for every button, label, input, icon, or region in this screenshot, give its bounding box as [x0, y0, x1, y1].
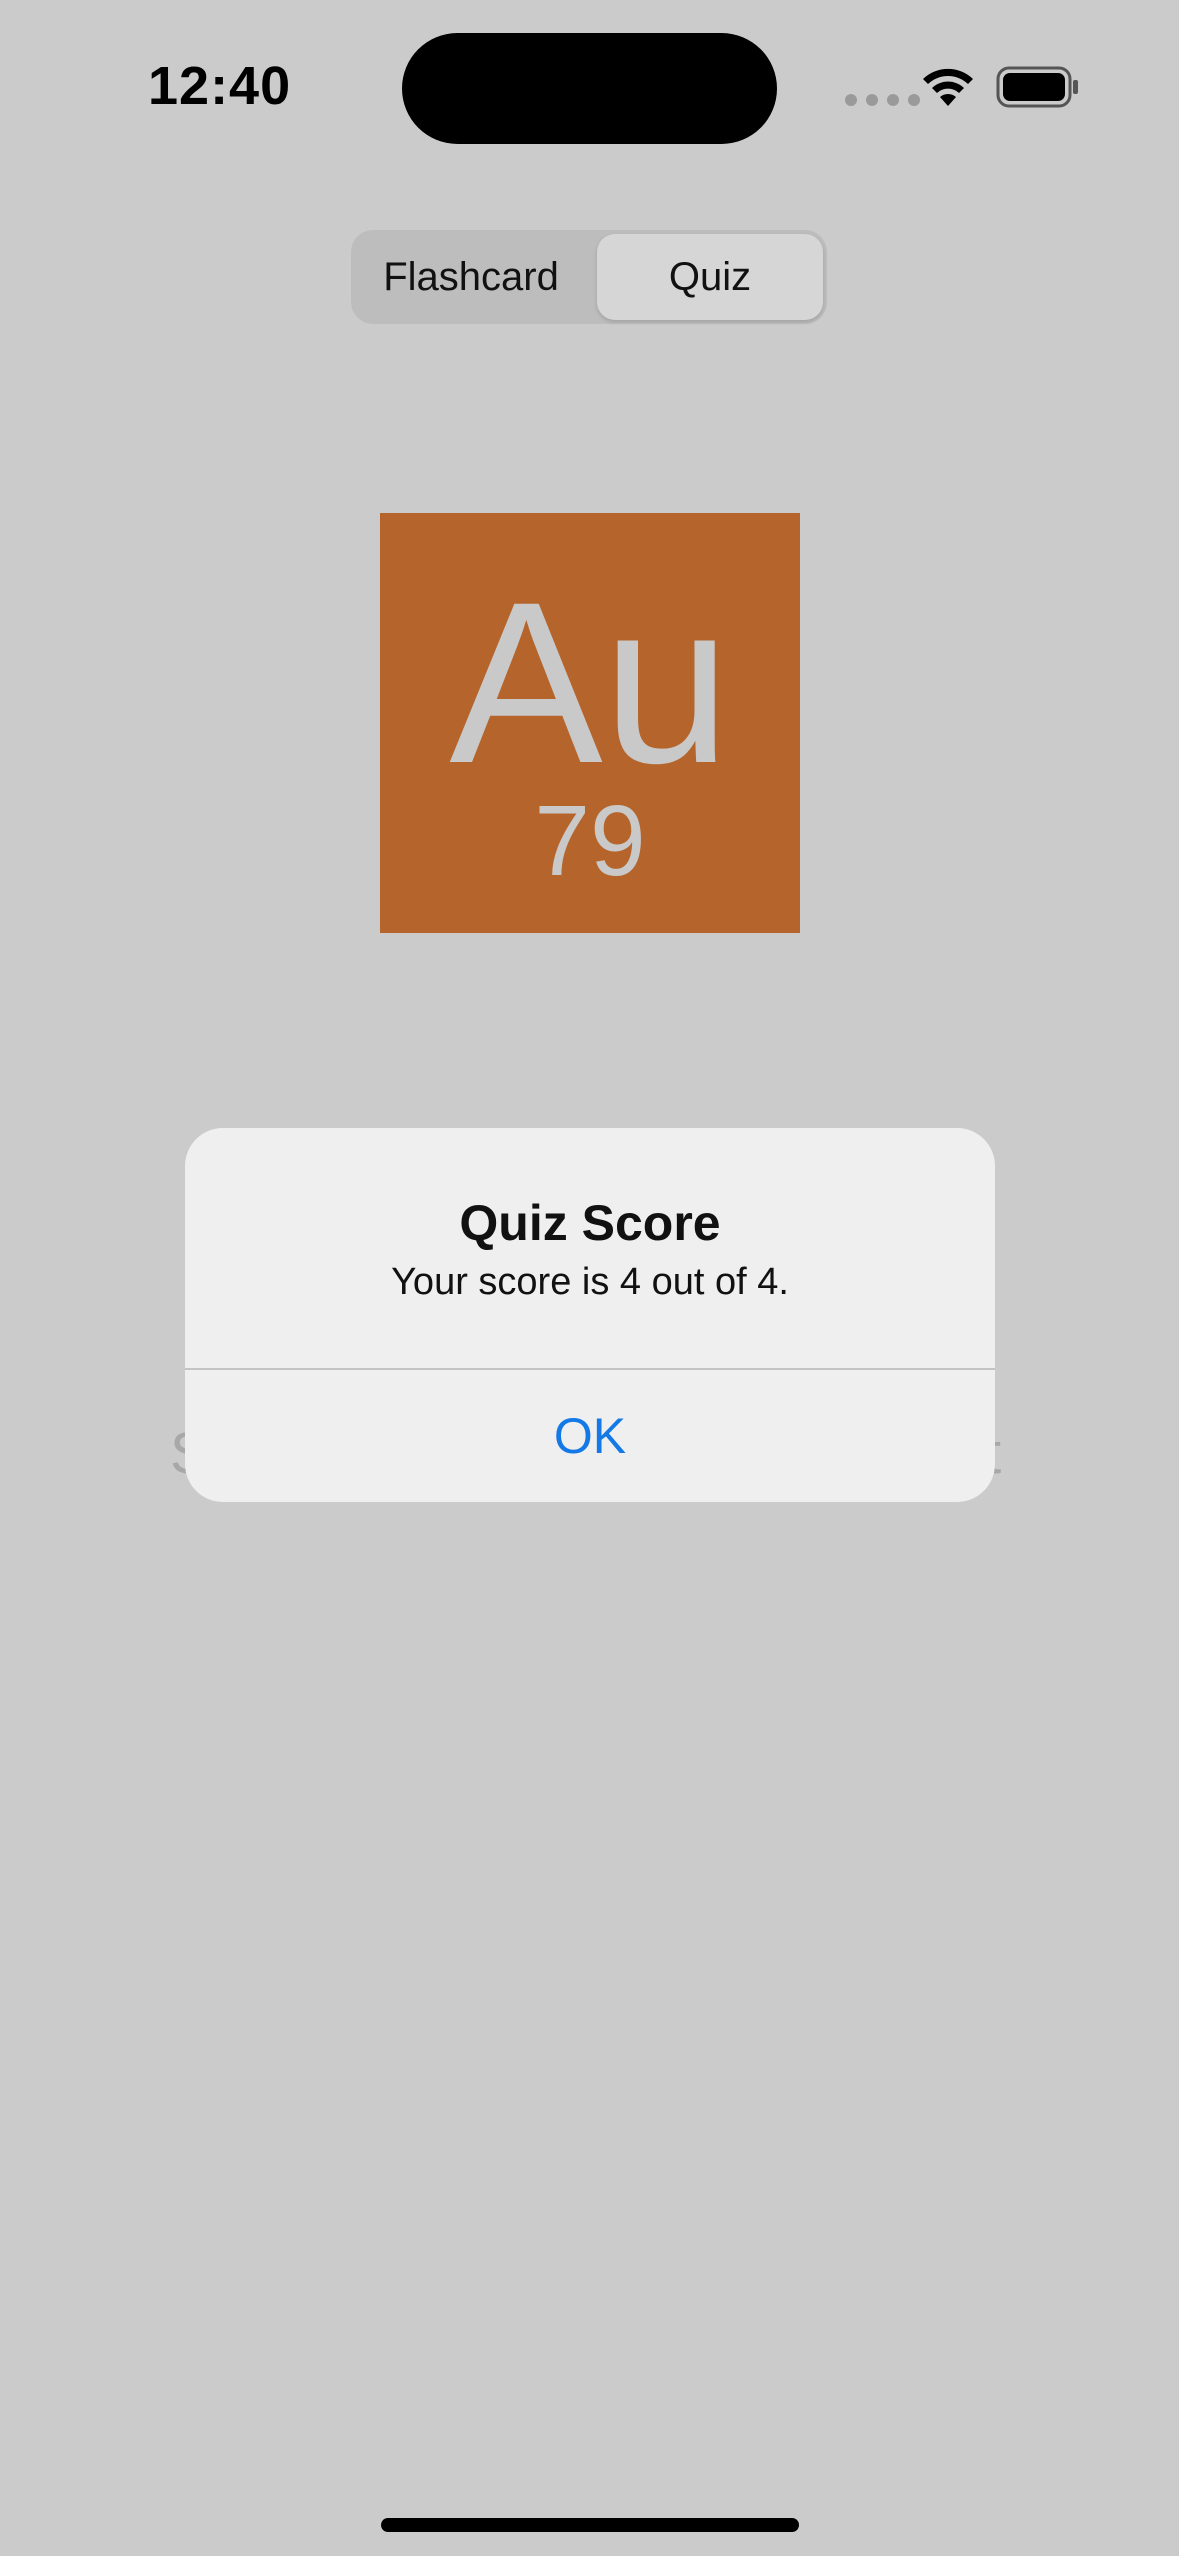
element-symbol: Au — [449, 554, 731, 811]
segment-flashcard[interactable]: Flashcard — [355, 234, 587, 320]
segment-quiz[interactable]: Quiz — [597, 234, 823, 320]
alert-message: Your score is 4 out of 4. — [391, 1261, 789, 1303]
dynamic-island — [402, 33, 777, 144]
alert-title: Quiz Score — [459, 1195, 721, 1251]
element-tile: Au 79 — [380, 513, 800, 933]
status-time: 12:40 — [148, 56, 292, 116]
battery-icon — [996, 66, 1078, 108]
cellular-dots-icon — [845, 94, 920, 106]
mode-segmented-control: Flashcard Quiz — [351, 230, 827, 324]
home-indicator[interactable] — [381, 2518, 799, 2532]
wifi-icon — [923, 68, 973, 106]
alert-ok-button[interactable]: OK — [185, 1370, 995, 1502]
quiz-score-alert: Quiz Score Your score is 4 out of 4. OK — [185, 1128, 995, 1502]
element-atomic-number: 79 — [534, 785, 646, 897]
